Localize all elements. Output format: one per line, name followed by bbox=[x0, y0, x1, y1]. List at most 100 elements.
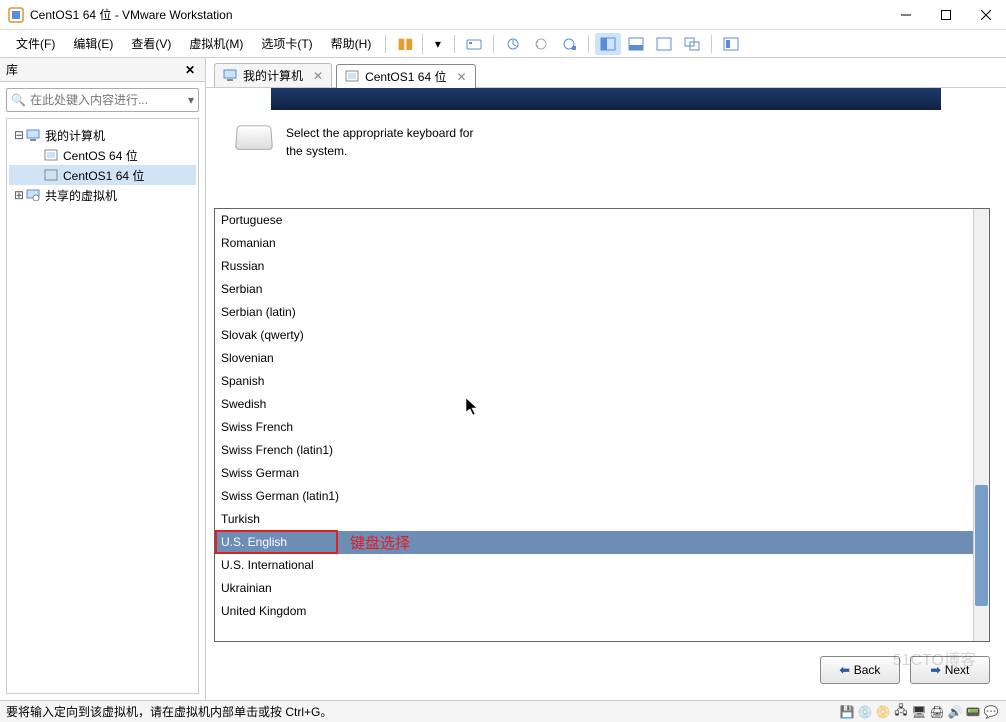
tree-label: 共享的虚拟机 bbox=[45, 187, 117, 204]
status-text: 要将输入定向到该虚拟机，请在虚拟机内部单击或按 Ctrl+G。 bbox=[6, 703, 838, 720]
keyboard-option[interactable]: Spanish bbox=[215, 370, 989, 393]
vm-icon bbox=[43, 168, 59, 182]
snapshot-revert-button[interactable] bbox=[528, 33, 554, 55]
tree-vm-centos1-64[interactable]: CentOS1 64 位 bbox=[9, 165, 196, 185]
menu-vm[interactable]: 虚拟机(M) bbox=[181, 31, 251, 56]
keyboard-option[interactable]: U.S. International bbox=[215, 554, 989, 577]
power-dropdown[interactable]: ▾ bbox=[422, 33, 448, 55]
search-box[interactable]: 🔍 ▾ bbox=[6, 88, 199, 112]
tab-label: 我的计算机 bbox=[243, 67, 303, 84]
tab-strip: 我的计算机 ✕ CentOS1 64 位 ✕ bbox=[206, 58, 1006, 88]
menu-view[interactable]: 查看(V) bbox=[123, 31, 179, 56]
status-display-icon[interactable]: 🖥 bbox=[910, 705, 928, 719]
tab-close-icon[interactable]: ✕ bbox=[309, 69, 323, 83]
keyboard-icon bbox=[235, 125, 273, 150]
back-label: Back bbox=[854, 663, 881, 677]
window-title: CentOS1 64 位 - VMware Workstation bbox=[30, 6, 886, 23]
keyboard-option[interactable]: Portuguese bbox=[215, 209, 989, 232]
prompt-text: Select the appropriate keyboard for the … bbox=[286, 124, 473, 160]
tree-label: CentOS1 64 位 bbox=[63, 167, 144, 184]
computer-icon bbox=[223, 69, 237, 83]
status-floppy-icon[interactable]: 📀 bbox=[874, 705, 892, 719]
tab-label: CentOS1 64 位 bbox=[365, 68, 446, 85]
status-network-icon[interactable]: 🖧 bbox=[892, 701, 910, 722]
next-button[interactable]: ➡ Next bbox=[910, 656, 990, 684]
keyboard-option[interactable]: Russian bbox=[215, 255, 989, 278]
keyboard-option[interactable]: Swiss German bbox=[215, 462, 989, 485]
vm-console[interactable]: Select the appropriate keyboard for the … bbox=[206, 88, 1006, 700]
sidebar-close-button[interactable]: ✕ bbox=[181, 63, 199, 77]
library-tree[interactable]: ⊟ 我的计算机 CentOS 64 位 CentOS1 64 位 ⊞ 共享的虚拟… bbox=[6, 118, 199, 694]
minimize-button[interactable] bbox=[886, 0, 926, 30]
titlebar: CentOS1 64 位 - VMware Workstation bbox=[0, 0, 1006, 30]
back-button[interactable]: ⬅ Back bbox=[820, 656, 900, 684]
snapshot-take-button[interactable] bbox=[500, 33, 526, 55]
search-input[interactable] bbox=[30, 93, 188, 107]
keyboard-option[interactable]: Romanian bbox=[215, 232, 989, 255]
body: 库 ✕ 🔍 ▾ ⊟ 我的计算机 CentOS 64 位 CentOS1 64 位 bbox=[0, 58, 1006, 700]
computer-icon bbox=[25, 128, 41, 142]
vm-icon bbox=[345, 70, 359, 84]
maximize-button[interactable] bbox=[926, 0, 966, 30]
keyboard-option[interactable]: Ukrainian bbox=[215, 577, 989, 600]
nav-buttons: ⬅ Back ➡ Next bbox=[820, 656, 990, 684]
view-thumbnail-button[interactable] bbox=[623, 33, 649, 55]
annotation-label: 键盘选择 bbox=[350, 532, 410, 553]
tree-root-my-computer[interactable]: ⊟ 我的计算机 bbox=[9, 125, 196, 145]
tab-home[interactable]: 我的计算机 ✕ bbox=[214, 63, 332, 87]
close-button[interactable] bbox=[966, 0, 1006, 30]
keyboard-listbox[interactable]: PortugueseRomanianRussianSerbianSerbian … bbox=[214, 208, 990, 642]
status-sound-icon[interactable]: 🔊 bbox=[946, 705, 964, 719]
status-printer-icon[interactable]: 🖨 bbox=[928, 705, 946, 719]
tree-vm-centos64[interactable]: CentOS 64 位 bbox=[9, 145, 196, 165]
status-cd-icon[interactable]: 💿 bbox=[856, 705, 874, 719]
status-message-icon[interactable]: 💬 bbox=[982, 705, 1000, 719]
installer-banner bbox=[271, 88, 941, 110]
sidebar-header: 库 ✕ bbox=[0, 58, 205, 82]
listbox-scrollbar[interactable] bbox=[973, 209, 989, 641]
view-console-button[interactable] bbox=[595, 33, 621, 55]
keyboard-option[interactable]: Swiss French bbox=[215, 416, 989, 439]
snapshot-manage-button[interactable] bbox=[556, 33, 582, 55]
pause-vm-button[interactable]: ▮▮ bbox=[392, 33, 418, 55]
keyboard-option[interactable]: Swiss German (latin1) bbox=[215, 485, 989, 508]
tree-label: 我的计算机 bbox=[45, 127, 105, 144]
keyboard-option[interactable]: U.S. English bbox=[215, 531, 989, 554]
unity-button[interactable] bbox=[679, 33, 705, 55]
keyboard-option[interactable]: United Kingdom bbox=[215, 600, 989, 623]
collapse-icon[interactable]: ⊟ bbox=[13, 128, 25, 142]
arrow-left-icon: ⬅ bbox=[840, 663, 850, 677]
tab-centos1[interactable]: CentOS1 64 位 ✕ bbox=[336, 64, 475, 88]
keyboard-option[interactable]: Swiss French (latin1) bbox=[215, 439, 989, 462]
next-label: Next bbox=[945, 663, 970, 677]
vmware-app-icon bbox=[8, 7, 24, 23]
search-dropdown-icon[interactable]: ▾ bbox=[188, 93, 194, 107]
keyboard-option[interactable]: Serbian bbox=[215, 278, 989, 301]
send-ctrl-alt-del-button[interactable] bbox=[461, 33, 487, 55]
tab-close-icon[interactable]: ✕ bbox=[452, 70, 466, 84]
keyboard-option[interactable]: Serbian (latin) bbox=[215, 301, 989, 324]
keyboard-prompt: Select the appropriate keyboard for the … bbox=[206, 110, 1006, 170]
fullscreen-button[interactable] bbox=[651, 33, 677, 55]
keyboard-option[interactable]: Slovenian bbox=[215, 347, 989, 370]
status-usb-icon[interactable]: 📟 bbox=[964, 705, 982, 719]
scrollbar-thumb[interactable] bbox=[975, 485, 988, 606]
menu-help[interactable]: 帮助(H) bbox=[323, 31, 380, 56]
arrow-right-icon: ➡ bbox=[931, 663, 941, 677]
menu-edit[interactable]: 编辑(E) bbox=[65, 31, 121, 56]
shared-icon bbox=[25, 188, 41, 202]
tree-shared-vms[interactable]: ⊞ 共享的虚拟机 bbox=[9, 185, 196, 205]
menu-file[interactable]: 文件(F) bbox=[8, 31, 63, 56]
menu-tabs[interactable]: 选项卡(T) bbox=[253, 31, 320, 56]
keyboard-option[interactable]: Slovak (qwerty) bbox=[215, 324, 989, 347]
content-area: 我的计算机 ✕ CentOS1 64 位 ✕ Select the approp… bbox=[206, 58, 1006, 700]
library-toggle-button[interactable] bbox=[718, 33, 744, 55]
keyboard-option[interactable]: Turkish bbox=[215, 508, 989, 531]
expand-icon[interactable]: ⊞ bbox=[13, 188, 25, 202]
status-disk-icon[interactable]: 💾 bbox=[838, 705, 856, 719]
keyboard-option[interactable]: Swedish bbox=[215, 393, 989, 416]
sidebar: 库 ✕ 🔍 ▾ ⊟ 我的计算机 CentOS 64 位 CentOS1 64 位 bbox=[0, 58, 206, 700]
menubar: 文件(F) 编辑(E) 查看(V) 虚拟机(M) 选项卡(T) 帮助(H) ▮▮… bbox=[0, 30, 1006, 58]
sidebar-title: 库 bbox=[6, 61, 181, 78]
vm-icon bbox=[43, 148, 59, 162]
